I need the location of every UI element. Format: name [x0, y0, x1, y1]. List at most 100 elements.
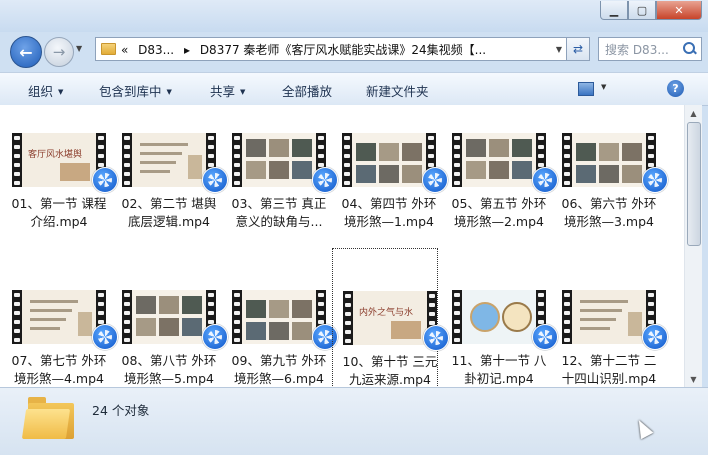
organize-menu[interactable]: 组织 ▼	[28, 81, 63, 100]
forward-button[interactable]: →	[44, 37, 74, 67]
file-name-line: 08、第八节 外环	[121, 353, 217, 368]
video-file-item[interactable]: 08、第八节 外环 境形煞—5.mp4	[116, 290, 228, 387]
film-strip	[562, 290, 572, 344]
media-player-icon	[642, 324, 668, 350]
media-player-icon	[92, 324, 118, 350]
arrow-right-icon: →	[52, 43, 66, 61]
video-frame	[132, 290, 206, 344]
video-file-item[interactable]: 09、第九节 外环 境形煞—6.mp4	[226, 290, 338, 387]
view-options-icon[interactable]	[578, 82, 594, 96]
video-frame: 客厅风水堪舆	[22, 133, 96, 187]
share-menu[interactable]: 共享 ▼	[210, 81, 245, 100]
search-icon[interactable]	[681, 41, 697, 57]
file-name-line: 01、第一节 课程	[11, 196, 107, 211]
chevron-down-icon: ▼	[240, 88, 246, 96]
command-toolbar: 组织 ▼ 包含到库中 ▼ 共享 ▼ 全部播放 新建文件夹 ▼ ?	[0, 72, 708, 106]
chevron-down-icon: ▼	[166, 88, 172, 96]
video-thumbnail: 内外之气与水	[343, 291, 449, 351]
video-frame: 内外之气与水	[353, 291, 427, 345]
video-file-item[interactable]: 05、第五节 外环 境形煞—2.mp4	[446, 133, 558, 273]
file-name-line: 07、第七节 外环	[11, 353, 107, 368]
film-strip	[452, 290, 462, 344]
minimize-button[interactable]: ▁	[600, 1, 628, 20]
file-name: 08、第八节 外环 境形煞—5.mp4	[116, 352, 222, 387]
file-name-line: 境形煞—1.mp4	[344, 214, 434, 229]
video-file-item[interactable]: 内外之气与水 10、第十节 三元 九运来源.mp4	[332, 248, 449, 387]
video-thumbnail	[342, 133, 448, 193]
file-name: 01、第一节 课程 介绍.mp4	[6, 195, 112, 231]
vertical-scrollbar[interactable]: ▲ ▼	[684, 105, 702, 387]
video-file-item[interactable]: 客厅风水堪舆 01、第一节 课程 介绍.mp4	[6, 133, 118, 273]
film-strip	[452, 133, 462, 187]
video-frame	[242, 133, 316, 187]
slide-title: 内外之气与水	[359, 308, 414, 318]
recent-pages-dropdown[interactable]: ▼	[76, 44, 82, 53]
file-name-line: 底层逻辑.mp4	[127, 214, 211, 229]
film-strip	[12, 290, 22, 344]
film-strip	[343, 291, 353, 345]
file-name: 06、第六节 外环 境形煞—3.mp4	[556, 195, 662, 231]
video-frame	[352, 133, 426, 187]
video-frame	[132, 133, 206, 187]
film-strip	[122, 133, 132, 187]
media-player-icon	[202, 324, 228, 350]
back-button[interactable]: ←	[10, 36, 42, 68]
close-icon: ✕	[674, 3, 684, 17]
file-name-line: 04、第四节 外环	[341, 196, 437, 211]
breadcrumb-current[interactable]: D8377 秦老师《客厅风水赋能实战课》24集视频【...	[200, 43, 486, 57]
video-thumbnail: 客厅风水堪舆	[12, 133, 118, 193]
file-name-line: 03、第三节 真正	[231, 196, 327, 211]
minimize-icon: ▁	[609, 3, 619, 17]
slide-title: 客厅风水堪舆	[28, 150, 83, 160]
film-strip	[342, 133, 352, 187]
media-player-icon	[202, 167, 228, 193]
scroll-up-icon[interactable]: ▲	[685, 105, 702, 121]
file-name-line: 九运来源.mp4	[348, 372, 432, 387]
video-frame	[572, 133, 646, 187]
video-thumbnail	[452, 133, 558, 193]
file-name-line: 11、第十一节 八	[451, 353, 547, 368]
scroll-down-icon[interactable]: ▼	[685, 371, 702, 387]
search-input[interactable]: 搜索 D83...	[599, 41, 681, 58]
video-frame	[242, 290, 316, 344]
media-player-icon	[532, 167, 558, 193]
file-name: 02、第二节 堪舆 底层逻辑.mp4	[116, 195, 222, 231]
play-all-button[interactable]: 全部播放	[282, 81, 332, 100]
maximize-icon: ▢	[636, 3, 648, 17]
file-name: 07、第七节 外环 境形煞—4.mp4	[6, 352, 112, 387]
video-thumbnail	[122, 290, 228, 350]
arrow-left-icon: ←	[19, 42, 33, 62]
breadcrumb-item[interactable]: D83...	[138, 43, 174, 57]
file-name-line: 境形煞—2.mp4	[454, 214, 544, 229]
address-bar[interactable]: « D83... ▸ D8377 秦老师《客厅风水赋能实战课》24集视频【...…	[95, 37, 567, 61]
scrollbar-thumb[interactable]	[687, 122, 701, 246]
video-file-item[interactable]: 02、第二节 堪舆 底层逻辑.mp4	[116, 133, 228, 273]
new-folder-button[interactable]: 新建文件夹	[366, 81, 429, 100]
file-name-line: 意义的缺角与...	[235, 214, 323, 229]
file-name-line: 09、第九节 外环	[231, 353, 327, 368]
maximize-button[interactable]: ▢	[628, 1, 656, 20]
file-name-line: 卦初记.mp4	[464, 371, 534, 386]
explorer-window: ▁ ▢ ✕ ← → ▼ « D83... ▸ D8377 秦老师《客厅风水赋能实…	[0, 0, 708, 455]
file-name-line: 12、第十二节 二	[561, 353, 657, 368]
chevron-down-icon: ▼	[58, 88, 64, 96]
video-file-item[interactable]: 03、第三节 真正 意义的缺角与...	[226, 133, 338, 273]
file-name-line: 05、第五节 外环	[451, 196, 547, 211]
close-button[interactable]: ✕	[656, 1, 702, 20]
video-file-item[interactable]: 06、第六节 外环 境形煞—3.mp4	[556, 133, 668, 273]
video-file-item[interactable]: 07、第七节 外环 境形煞—4.mp4	[6, 290, 118, 387]
help-icon[interactable]: ?	[667, 80, 684, 97]
video-file-item[interactable]: 11、第十一节 八卦初记.mp4	[446, 290, 558, 387]
address-dropdown[interactable]: ▼	[552, 45, 566, 54]
file-list: 客厅风水堪舆 01、第一节 课程 介绍.mp4 02、第二节 堪舆 底层逻辑.mp4 03…	[0, 105, 684, 387]
search-box[interactable]: 搜索 D83...	[598, 37, 702, 61]
film-strip	[232, 133, 242, 187]
refresh-button[interactable]: ⇄	[566, 37, 590, 61]
file-name: 10、第十节 三元 九运来源.mp4	[337, 353, 443, 387]
video-file-item[interactable]: 12、第十二节 二十四山识别.mp4	[556, 290, 668, 387]
include-library-menu[interactable]: 包含到库中 ▼	[99, 81, 172, 100]
view-options-dropdown[interactable]: ▼	[601, 83, 606, 91]
breadcrumb-overflow[interactable]: «	[121, 43, 128, 57]
file-name-line: 十四山识别.mp4	[561, 371, 657, 386]
folder-icon	[101, 43, 116, 55]
